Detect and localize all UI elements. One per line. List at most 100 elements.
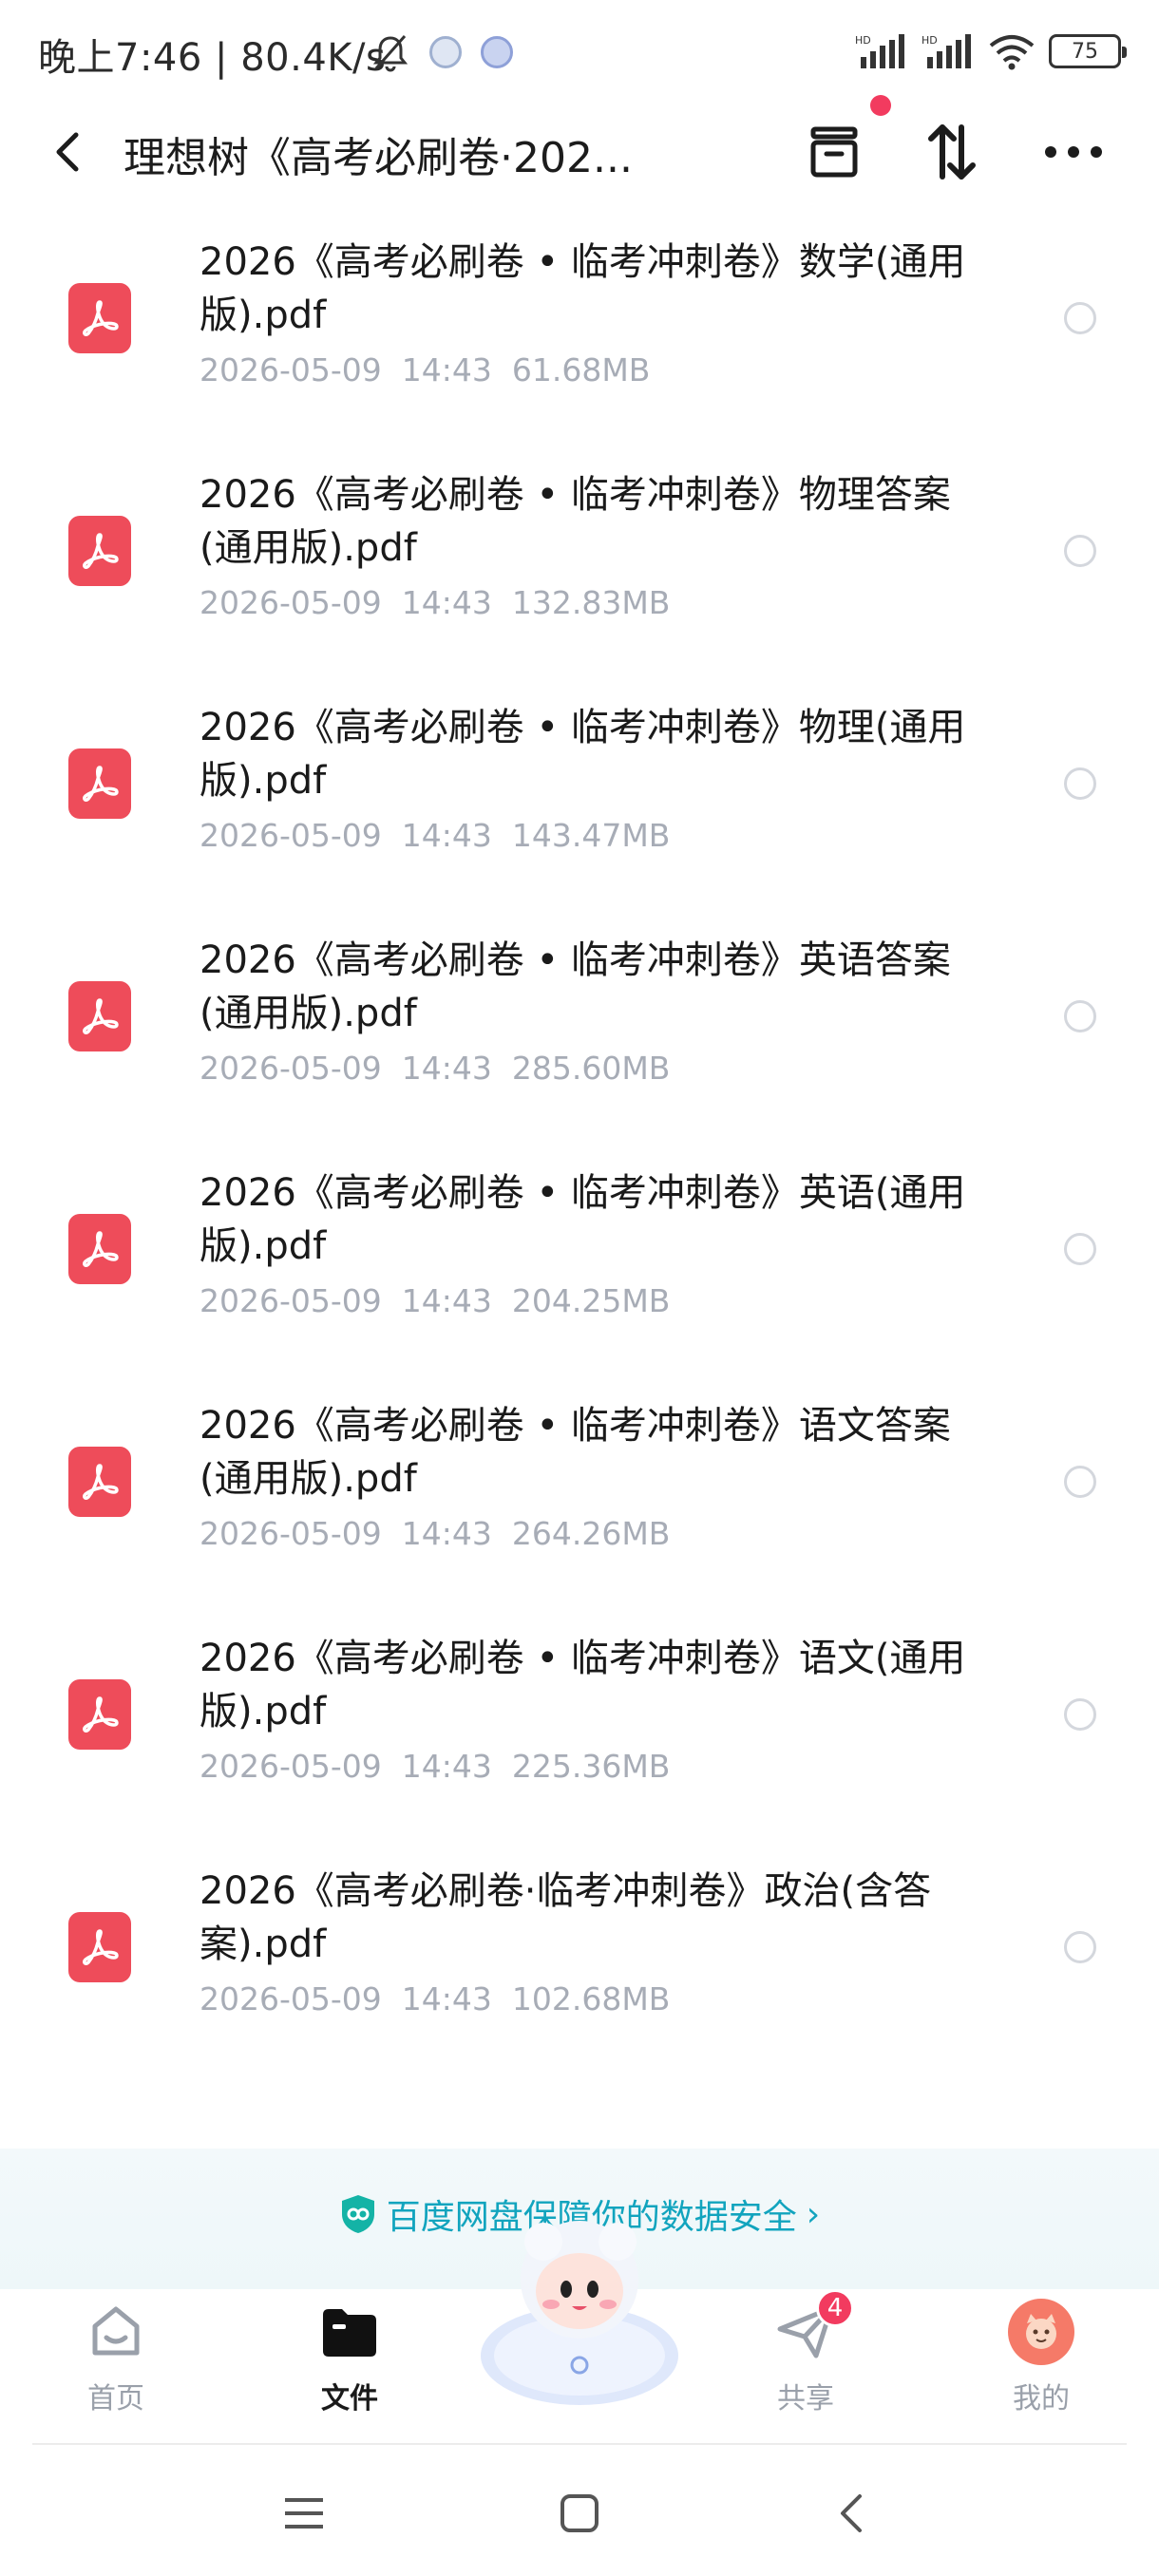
- file-meta: 2026-05-09 14:43 61.68MB: [200, 351, 650, 388]
- assistant-mascot-icon[interactable]: [475, 2213, 684, 2413]
- file-time: 14:43: [401, 817, 492, 854]
- tab-home[interactable]: 首页: [49, 2299, 182, 2432]
- signal-hd-icon-2: HD: [922, 34, 971, 68]
- file-time: 14:43: [401, 1748, 492, 1785]
- status-right-group: HD HD 75: [855, 32, 1127, 70]
- file-time: 14:43: [401, 1515, 492, 1552]
- menu-button[interactable]: [276, 2485, 332, 2542]
- file-date: 2026-05-09: [200, 1282, 382, 1319]
- file-size: 102.68MB: [511, 1980, 671, 2017]
- system-navigation-bar: [0, 2445, 1159, 2576]
- file-date: 2026-05-09: [200, 1748, 382, 1785]
- square-home-icon: [560, 2494, 598, 2532]
- top-bar: 理想树《高考必刷卷·202...: [0, 95, 1159, 199]
- file-meta: 2026-05-09 14:43 132.83MB: [200, 584, 670, 621]
- folder-title: 理想树《高考必刷卷·202...: [124, 134, 633, 182]
- pdf-file-icon: [68, 1447, 131, 1517]
- tab-me-label: 我的: [1013, 2382, 1070, 2415]
- file-size: 264.26MB: [511, 1515, 671, 1552]
- file-time: 14:43: [401, 584, 492, 621]
- file-meta: 2026-05-09 14:43 204.25MB: [200, 1282, 670, 1319]
- file-name: 2026《高考必刷卷 • 临考冲刺卷》物理(通用版).pdf: [200, 706, 966, 803]
- file-time: 14:43: [401, 1282, 492, 1319]
- file-name: 2026《高考必刷卷·临考冲刺卷》政治(含答案).pdf: [200, 1869, 932, 1966]
- file-date: 2026-05-09: [200, 351, 382, 388]
- mute-bell-icon: [372, 35, 408, 72]
- chevron-right-icon: ›: [806, 2194, 821, 2234]
- wifi-icon: [989, 35, 1035, 70]
- home-icon: [92, 2306, 140, 2356]
- file-row[interactable]: 2026《高考必刷卷 • 临考冲刺卷》语文(通用版).pdf 2026-05-09…: [0, 1598, 1159, 1830]
- more-options-button[interactable]: [1037, 116, 1110, 188]
- select-checkbox[interactable]: [1064, 1698, 1096, 1731]
- select-checkbox[interactable]: [1064, 1466, 1096, 1498]
- share-badge: 4: [816, 2289, 854, 2327]
- select-checkbox[interactable]: [1064, 1931, 1096, 1963]
- archive-box-icon: [810, 126, 858, 178]
- file-row[interactable]: 2026《高考必刷卷 • 临考冲刺卷》物理答案(通用版).pdf 2026-05-…: [0, 434, 1159, 667]
- file-row[interactable]: 2026《高考必刷卷 • 临考冲刺卷》英语答案(通用版).pdf 2026-05-…: [0, 900, 1159, 1132]
- select-checkbox[interactable]: [1064, 767, 1096, 800]
- status-bar: 晚上7:46 | 80.4K/s HD HD 75: [0, 0, 1159, 104]
- file-row[interactable]: 2026《高考必刷卷 • 临考冲刺卷》英语(通用版).pdf 2026-05-09…: [0, 1132, 1159, 1365]
- transfer-list-button[interactable]: [798, 116, 870, 188]
- notification-dot: [870, 95, 891, 116]
- back-arrow-icon[interactable]: [44, 125, 91, 179]
- file-size: 285.60MB: [511, 1050, 671, 1087]
- file-meta: 2026-05-09 14:43 264.26MB: [200, 1515, 670, 1552]
- tab-files[interactable]: 文件: [283, 2299, 416, 2432]
- sort-button[interactable]: [916, 116, 988, 188]
- file-row[interactable]: 2026《高考必刷卷·临考冲刺卷》政治(含答案).pdf 2026-05-09 1…: [0, 1830, 1159, 2063]
- select-checkbox[interactable]: [1064, 302, 1096, 334]
- battery-indicator: 75: [1049, 34, 1127, 68]
- file-name: 2026《高考必刷卷 • 临考冲刺卷》语文答案(通用版).pdf: [200, 1404, 951, 1501]
- file-time: 14:43: [401, 1050, 492, 1087]
- file-size: 143.47MB: [511, 817, 671, 854]
- file-name: 2026《高考必刷卷 • 临考冲刺卷》英语(通用版).pdf: [200, 1171, 966, 1268]
- file-row[interactable]: 2026《高考必刷卷 • 临考冲刺卷》语文答案(通用版).pdf 2026-05-…: [0, 1365, 1159, 1598]
- avatar-icon: [1008, 2299, 1074, 2365]
- svg-text:HD: HD: [855, 34, 871, 47]
- tab-me[interactable]: 我的: [975, 2299, 1108, 2432]
- menu-lines-icon: [285, 2498, 323, 2529]
- pdf-file-icon: [68, 981, 131, 1051]
- file-meta: 2026-05-09 14:43 143.47MB: [200, 817, 670, 854]
- svg-text:HD: HD: [922, 34, 938, 47]
- file-time: 14:43: [401, 351, 492, 388]
- tab-share-label: 共享: [777, 2382, 834, 2415]
- file-time: 14:43: [401, 1980, 492, 2017]
- more-dots-icon: [1045, 146, 1102, 158]
- file-name: 2026《高考必刷卷 • 临考冲刺卷》语文(通用版).pdf: [200, 1637, 966, 1733]
- pdf-file-icon: [68, 1912, 131, 1982]
- pdf-file-icon: [68, 748, 131, 819]
- file-date: 2026-05-09: [200, 584, 382, 621]
- app-notification-icon: [429, 36, 462, 68]
- file-row[interactable]: 2026《高考必刷卷 • 临考冲刺卷》物理(通用版).pdf 2026-05-09…: [0, 667, 1159, 900]
- status-time: 晚上7:46 | 80.4K/s: [38, 36, 387, 80]
- pdf-file-icon: [68, 1214, 131, 1284]
- file-name: 2026《高考必刷卷 • 临考冲刺卷》物理答案(通用版).pdf: [200, 473, 951, 570]
- chat-notification-icon: [481, 36, 513, 68]
- file-date: 2026-05-09: [200, 1515, 382, 1552]
- file-date: 2026-05-09: [200, 1980, 382, 2017]
- pdf-file-icon: [68, 283, 131, 353]
- file-size: 204.25MB: [511, 1282, 671, 1319]
- tab-share[interactable]: 4 共享: [739, 2289, 872, 2432]
- file-row[interactable]: 2026《高考必刷卷 • 临考冲刺卷》数学(通用版).pdf 2026-05-09…: [0, 201, 1159, 434]
- file-date: 2026-05-09: [200, 1050, 382, 1087]
- system-back-button[interactable]: [823, 2485, 880, 2542]
- pdf-file-icon: [68, 1679, 131, 1750]
- shield-icon: [341, 2195, 374, 2233]
- file-name: 2026《高考必刷卷 • 临考冲刺卷》英语答案(通用版).pdf: [200, 938, 951, 1035]
- folder-icon: [323, 2309, 376, 2357]
- sort-arrows-icon: [928, 124, 976, 180]
- file-size: 225.36MB: [511, 1748, 671, 1785]
- file-size: 132.83MB: [511, 584, 671, 621]
- home-button[interactable]: [551, 2485, 608, 2542]
- file-name: 2026《高考必刷卷 • 临考冲刺卷》数学(通用版).pdf: [200, 240, 966, 337]
- file-size: 61.68MB: [511, 351, 651, 388]
- select-checkbox[interactable]: [1064, 1000, 1096, 1032]
- file-list: 2026《高考必刷卷 • 临考冲刺卷》数学(通用版).pdf 2026-05-09…: [0, 201, 1159, 2063]
- select-checkbox[interactable]: [1064, 1233, 1096, 1265]
- select-checkbox[interactable]: [1064, 535, 1096, 567]
